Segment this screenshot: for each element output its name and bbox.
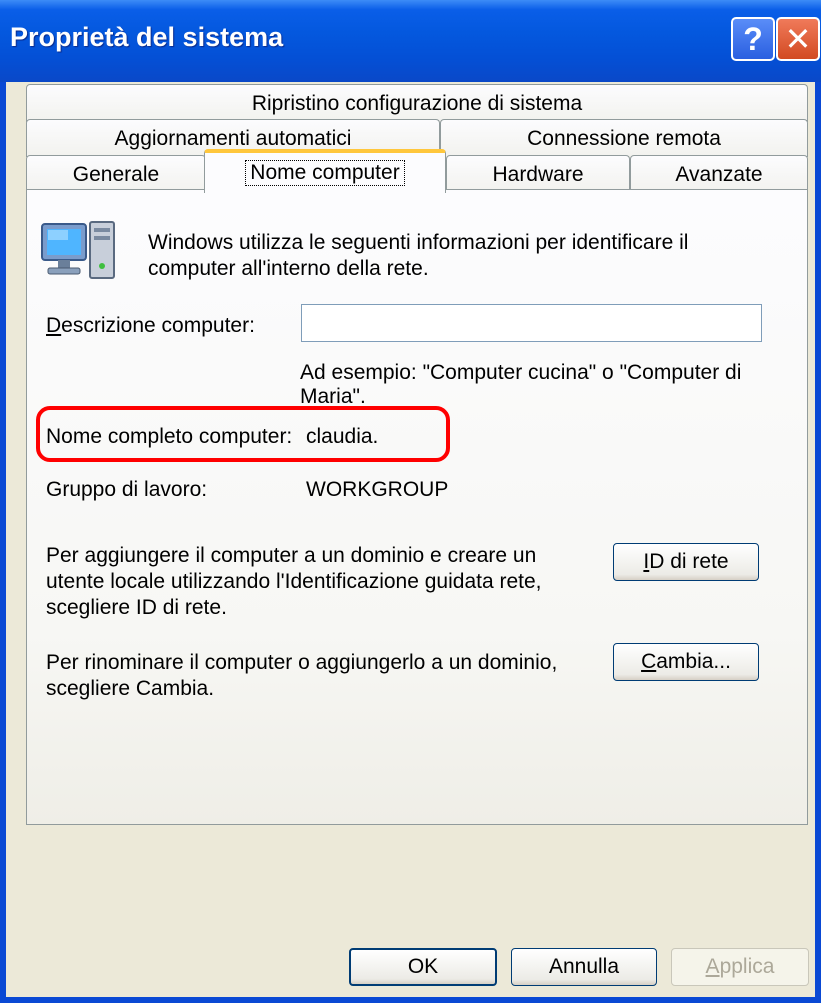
tab-generale[interactable]: Generale [26, 155, 206, 193]
ok-button[interactable]: OK [349, 948, 497, 986]
change-button-label: ambia... [656, 650, 731, 673]
intro-text-line2: computer all'interno della rete. [148, 257, 429, 280]
window-title: Proprietà del sistema [10, 22, 284, 52]
description-label-text: escrizione computer: [61, 314, 255, 337]
apply-button-label: pplica [719, 955, 775, 978]
rename-text-line1: Per rinominare il computer o aggiungerlo… [46, 651, 558, 674]
tab-label: Ripristino configurazione di sistema [251, 91, 583, 115]
tab-label: Connessione remota [527, 126, 721, 150]
tab-ripristino[interactable]: Ripristino configurazione di sistema [26, 84, 808, 122]
tab-panel [26, 189, 808, 825]
network-id-text-line1: Per aggiungere il computer a un dominio … [46, 544, 537, 567]
access-key: C [641, 650, 657, 673]
workgroup-label: Gruppo di lavoro: [46, 478, 208, 501]
tab-avanzate[interactable]: Avanzate [630, 155, 808, 193]
cancel-button[interactable]: Annulla [511, 948, 657, 986]
change-button[interactable]: Cambia... [613, 643, 759, 681]
tab-hardware[interactable]: Hardware [446, 155, 630, 193]
workgroup-value: WORKGROUP [306, 478, 449, 501]
rename-text-line2: scegliere Cambia. [46, 677, 215, 700]
title-bar[interactable]: Proprietà del sistema ? ✕ [0, 0, 821, 82]
description-label: Descrizione computer: [46, 313, 255, 339]
description-input[interactable] [301, 304, 762, 342]
tab-label: Hardware [492, 162, 584, 186]
intro-text-line1: Windows utilizza le seguenti informazion… [148, 231, 689, 254]
computer-icon [41, 221, 115, 279]
help-button[interactable]: ? [731, 17, 775, 61]
network-id-text-line2: utente locale utilizzando l'Identificazi… [46, 570, 542, 593]
tab-connessione-remota[interactable]: Connessione remota [440, 119, 808, 157]
network-id-text-line3: scegliere ID di rete. [46, 596, 227, 619]
example-text-line1: Ad esempio: "Computer cucina" o "Compute… [300, 361, 742, 384]
tab-nome-computer[interactable]: Nome computer [204, 149, 446, 193]
access-key: A [705, 955, 720, 978]
close-button[interactable]: ✕ [776, 17, 820, 61]
network-id-button-label: D di rete [649, 550, 729, 573]
tab-label: Aggiornamenti automatici [114, 126, 352, 150]
tab-label: Generale [72, 162, 160, 186]
tab-label: Nome computer [245, 160, 405, 186]
tab-label: Avanzate [675, 162, 763, 186]
apply-button[interactable]: Applica [671, 948, 809, 986]
network-id-button[interactable]: ID di rete [613, 543, 759, 581]
red-highlight-box [36, 406, 450, 462]
access-key: D [46, 314, 62, 337]
